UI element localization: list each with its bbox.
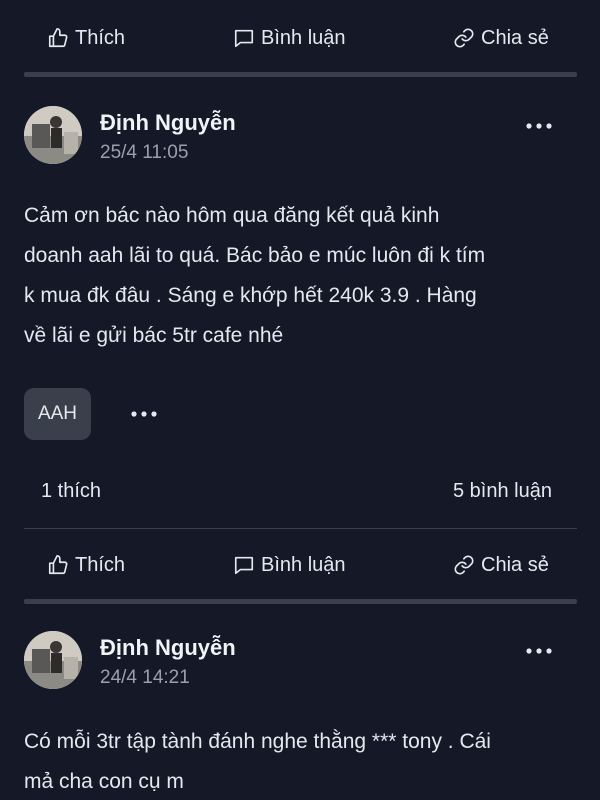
- more-options-icon[interactable]: [523, 643, 555, 659]
- like-label: Thích: [75, 553, 126, 576]
- share-button[interactable]: Chia sẻ: [453, 547, 549, 583]
- link-icon: [454, 28, 474, 48]
- like-label: Thích: [75, 26, 126, 49]
- like-count[interactable]: 1 thích: [41, 480, 101, 503]
- comment-icon: [234, 556, 254, 575]
- share-label: Chia sẻ: [481, 26, 549, 49]
- thumbs-up-icon: [48, 28, 68, 48]
- comment-button[interactable]: Bình luận: [233, 20, 346, 56]
- post-header: Định Nguyễn 25/4 11:05: [0, 106, 600, 170]
- author-name[interactable]: Định Nguyễn: [100, 110, 236, 136]
- like-button[interactable]: Thích: [47, 547, 125, 583]
- link-icon: [454, 555, 474, 575]
- share-label: Chia sẻ: [481, 553, 549, 576]
- more-options-icon[interactable]: [523, 118, 555, 134]
- comment-count[interactable]: 5 bình luận: [453, 480, 552, 503]
- post-separator: [24, 72, 577, 77]
- post-feed: Thích Bình luận Chia sẻ Định Nguyễn 25/4…: [0, 0, 600, 800]
- comment-button[interactable]: Bình luận: [233, 547, 346, 583]
- post-header: Định Nguyễn 24/4 14:21: [0, 631, 600, 695]
- comment-label: Bình luận: [261, 26, 346, 49]
- like-button[interactable]: Thích: [47, 20, 125, 56]
- post-timestamp: 25/4 11:05: [100, 142, 189, 163]
- post-content: Có mỗi 3tr tập tành đánh nghe thằng *** …: [24, 730, 491, 793]
- action-bar-top: Thích Bình luận Chia sẻ: [0, 20, 600, 56]
- comment-icon: [234, 29, 254, 48]
- avatar[interactable]: [24, 631, 82, 689]
- stock-tag-chip[interactable]: AAH: [24, 388, 91, 440]
- thumbs-up-icon: [48, 555, 68, 575]
- stats-divider: [24, 528, 577, 529]
- action-bar: Thích Bình luận Chia sẻ: [0, 547, 600, 583]
- more-tags-icon[interactable]: [128, 406, 160, 422]
- post-timestamp: 24/4 14:21: [100, 667, 190, 688]
- post-content: Cảm ơn bác nào hôm qua đăng kết quả kinh…: [24, 204, 486, 347]
- author-name[interactable]: Định Nguyễn: [100, 635, 236, 661]
- share-button[interactable]: Chia sẻ: [453, 20, 549, 56]
- comment-label: Bình luận: [261, 553, 346, 576]
- post-separator: [24, 599, 577, 604]
- avatar[interactable]: [24, 106, 82, 164]
